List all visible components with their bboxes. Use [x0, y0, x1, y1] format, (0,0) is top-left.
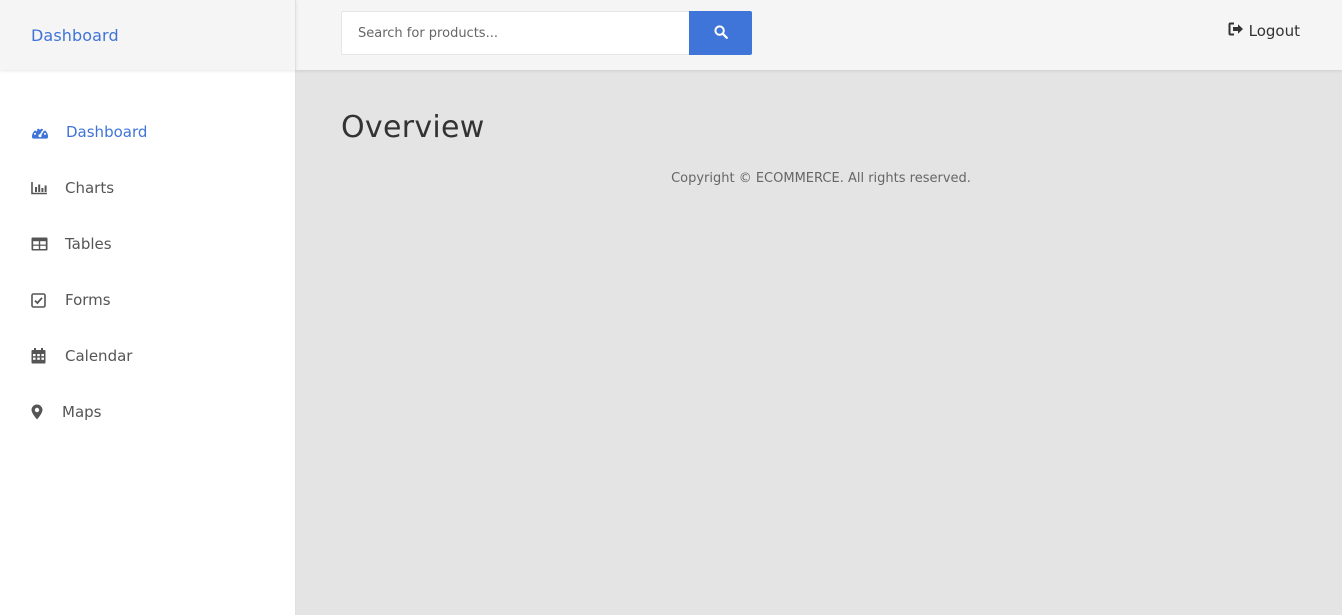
brand-link[interactable]: Dashboard — [31, 26, 119, 45]
logout-label: Logout — [1248, 22, 1300, 40]
top-bar: Logout — [296, 0, 1342, 70]
footer-copyright: Copyright © ECOMMERCE. All rights reserv… — [671, 171, 971, 186]
table-icon — [31, 235, 49, 253]
sign-out-icon — [1228, 22, 1244, 40]
search-input[interactable] — [341, 11, 689, 55]
sidebar-item-label: Tables — [65, 235, 112, 253]
sidebar-item-forms[interactable]: Forms — [31, 288, 111, 312]
brand: Dashboard — [0, 0, 296, 70]
bar-chart-icon — [31, 179, 49, 197]
sidebar: Dashboard Charts Tables Forms Calendar M… — [0, 70, 296, 615]
search-icon — [713, 24, 728, 42]
sidebar-item-calendar[interactable]: Calendar — [31, 344, 132, 368]
sidebar-item-charts[interactable]: Charts — [31, 176, 114, 200]
search-form — [341, 11, 752, 55]
sidebar-item-label: Dashboard — [66, 123, 148, 141]
calendar-icon — [31, 347, 49, 365]
search-button[interactable] — [689, 11, 752, 55]
main-content: Overview Copyright © ECOMMERCE. All righ… — [296, 70, 1342, 615]
sidebar-item-dashboard[interactable]: Dashboard — [31, 120, 147, 144]
sidebar-item-label: Charts — [65, 179, 115, 197]
sidebar-item-maps[interactable]: Maps — [31, 400, 101, 424]
sidebar-item-label: Calendar — [65, 347, 133, 365]
tachometer-icon — [31, 123, 49, 141]
map-marker-icon — [31, 403, 46, 421]
check-square-icon — [31, 291, 49, 309]
sidebar-item-tables[interactable]: Tables — [31, 232, 112, 256]
sidebar-item-label: Maps — [62, 403, 102, 421]
page-title: Overview — [341, 110, 485, 145]
logout-button[interactable]: Logout — [1228, 22, 1300, 40]
sidebar-item-label: Forms — [65, 291, 111, 309]
